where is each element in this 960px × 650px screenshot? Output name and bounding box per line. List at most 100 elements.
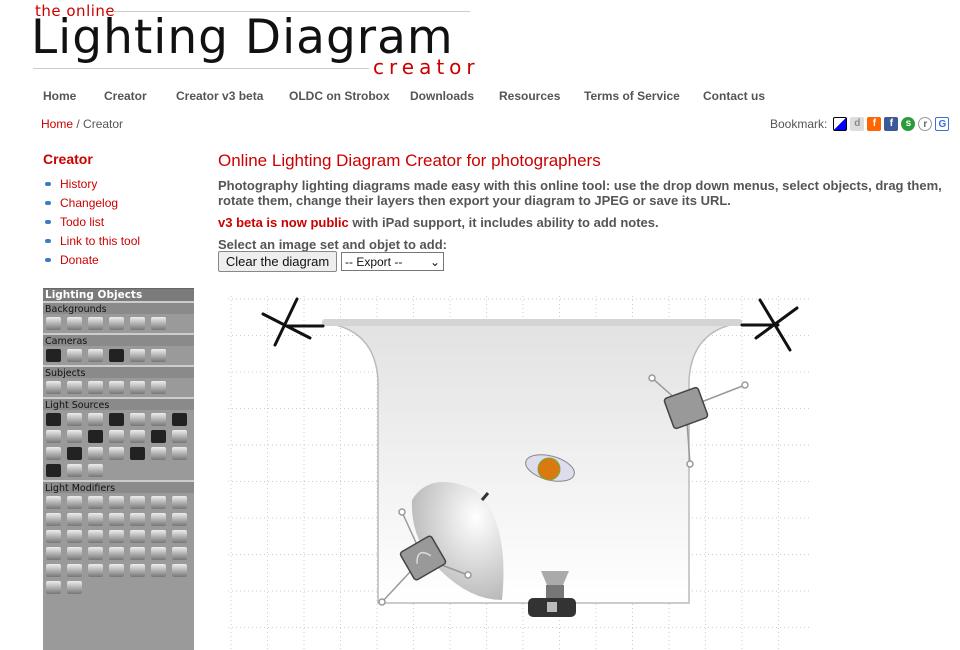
facebook-icon[interactable]: f [884, 117, 899, 131]
object-thumbnail[interactable] [130, 413, 145, 426]
object-thumbnail[interactable] [46, 447, 61, 460]
object-thumbnail[interactable] [151, 547, 166, 560]
sidebar-link[interactable]: Changelog [60, 196, 118, 210]
object-thumbnail[interactable] [67, 447, 82, 460]
object-thumbnail[interactable] [67, 413, 82, 426]
panel-section-header[interactable]: Light Modifiers [43, 480, 194, 494]
panel-section-header[interactable]: Cameras [43, 333, 194, 347]
delicious-icon[interactable] [833, 117, 848, 131]
object-thumbnail[interactable] [46, 464, 61, 477]
object-thumbnail[interactable] [88, 564, 103, 577]
object-thumbnail[interactable] [46, 547, 61, 560]
sidebar-link[interactable]: History [60, 177, 97, 191]
object-thumbnail[interactable] [67, 513, 82, 526]
object-thumbnail[interactable] [88, 496, 103, 509]
beta-link[interactable]: v3 beta is now public [218, 215, 349, 230]
nav-terms[interactable]: Terms of Service [584, 89, 703, 103]
reddit-icon[interactable]: r [918, 117, 933, 131]
nav-downloads[interactable]: Downloads [410, 89, 499, 103]
sidebar-link[interactable]: Link to this tool [60, 234, 140, 248]
object-thumbnail[interactable] [88, 464, 103, 477]
object-thumbnail[interactable] [88, 513, 103, 526]
object-thumbnail[interactable] [172, 430, 187, 443]
google-icon[interactable]: G [935, 117, 950, 131]
object-thumbnail[interactable] [172, 513, 187, 526]
object-thumbnail[interactable] [109, 430, 124, 443]
panel-section-header[interactable]: Backgrounds [43, 301, 194, 315]
sidebar-item-donate[interactable]: Donate [45, 250, 140, 269]
object-thumbnail[interactable] [46, 413, 61, 426]
object-thumbnail[interactable] [67, 496, 82, 509]
nav-strobox[interactable]: OLDC on Strobox [289, 89, 410, 103]
nav-contact[interactable]: Contact us [703, 89, 765, 103]
sidebar-item-link[interactable]: Link to this tool [45, 231, 140, 250]
sidebar-item-changelog[interactable]: Changelog [45, 193, 140, 212]
object-thumbnail[interactable] [109, 413, 124, 426]
object-thumbnail[interactable] [67, 547, 82, 560]
object-thumbnail[interactable] [109, 349, 124, 362]
object-thumbnail[interactable] [67, 381, 82, 394]
object-thumbnail[interactable] [172, 447, 187, 460]
object-thumbnail[interactable] [130, 547, 145, 560]
object-thumbnail[interactable] [151, 564, 166, 577]
object-thumbnail[interactable] [172, 413, 187, 426]
object-thumbnail[interactable] [151, 447, 166, 460]
nav-creator-v3[interactable]: Creator v3 beta [176, 89, 289, 103]
object-thumbnail[interactable] [67, 317, 82, 330]
object-thumbnail[interactable] [88, 381, 103, 394]
diagram-canvas[interactable] [228, 292, 810, 650]
object-thumbnail[interactable] [46, 381, 61, 394]
object-thumbnail[interactable] [151, 413, 166, 426]
object-thumbnail[interactable] [88, 413, 103, 426]
object-thumbnail[interactable] [109, 496, 124, 509]
object-thumbnail[interactable] [88, 430, 103, 443]
object-thumbnail[interactable] [67, 581, 82, 594]
object-thumbnail[interactable] [130, 317, 145, 330]
sidebar-item-todo[interactable]: Todo list [45, 212, 140, 231]
breadcrumb-home[interactable]: Home [41, 117, 73, 131]
object-thumbnail[interactable] [46, 430, 61, 443]
object-thumbnail[interactable] [130, 530, 145, 543]
object-thumbnail[interactable] [46, 496, 61, 509]
object-thumbnail[interactable] [46, 513, 61, 526]
object-thumbnail[interactable] [109, 513, 124, 526]
object-thumbnail[interactable] [88, 349, 103, 362]
object-thumbnail[interactable] [88, 547, 103, 560]
panel-section-header[interactable]: Light Sources [43, 397, 194, 411]
object-thumbnail[interactable] [88, 317, 103, 330]
clear-diagram-button[interactable]: Clear the diagram [218, 251, 337, 272]
digg-icon[interactable]: d [850, 117, 865, 131]
export-select[interactable]: -- Export -- ⌄ [341, 252, 444, 271]
object-thumbnail[interactable] [130, 349, 145, 362]
object-thumbnail[interactable] [130, 513, 145, 526]
object-thumbnail[interactable] [151, 530, 166, 543]
object-thumbnail[interactable] [88, 530, 103, 543]
background-stand-left[interactable] [261, 297, 325, 347]
object-thumbnail[interactable] [67, 464, 82, 477]
object-thumbnail[interactable] [172, 530, 187, 543]
nav-resources[interactable]: Resources [499, 89, 584, 103]
object-thumbnail[interactable] [88, 447, 103, 460]
object-thumbnail[interactable] [130, 430, 145, 443]
object-thumbnail[interactable] [151, 496, 166, 509]
sidebar-item-history[interactable]: History [45, 174, 140, 193]
object-thumbnail[interactable] [172, 547, 187, 560]
object-thumbnail[interactable] [130, 496, 145, 509]
sidebar-link[interactable]: Todo list [60, 215, 104, 229]
object-thumbnail[interactable] [151, 381, 166, 394]
object-thumbnail[interactable] [67, 349, 82, 362]
object-thumbnail[interactable] [172, 496, 187, 509]
object-thumbnail[interactable] [130, 381, 145, 394]
object-thumbnail[interactable] [46, 581, 61, 594]
object-thumbnail[interactable] [151, 349, 166, 362]
object-thumbnail[interactable] [130, 447, 145, 460]
object-thumbnail[interactable] [46, 530, 61, 543]
object-thumbnail[interactable] [109, 317, 124, 330]
object-thumbnail[interactable] [151, 513, 166, 526]
object-thumbnail[interactable] [46, 317, 61, 330]
object-thumbnail[interactable] [151, 430, 166, 443]
sidebar-link[interactable]: Donate [60, 253, 99, 267]
nav-home[interactable]: Home [43, 89, 104, 103]
object-thumbnail[interactable] [46, 564, 61, 577]
nav-creator[interactable]: Creator [104, 89, 176, 103]
